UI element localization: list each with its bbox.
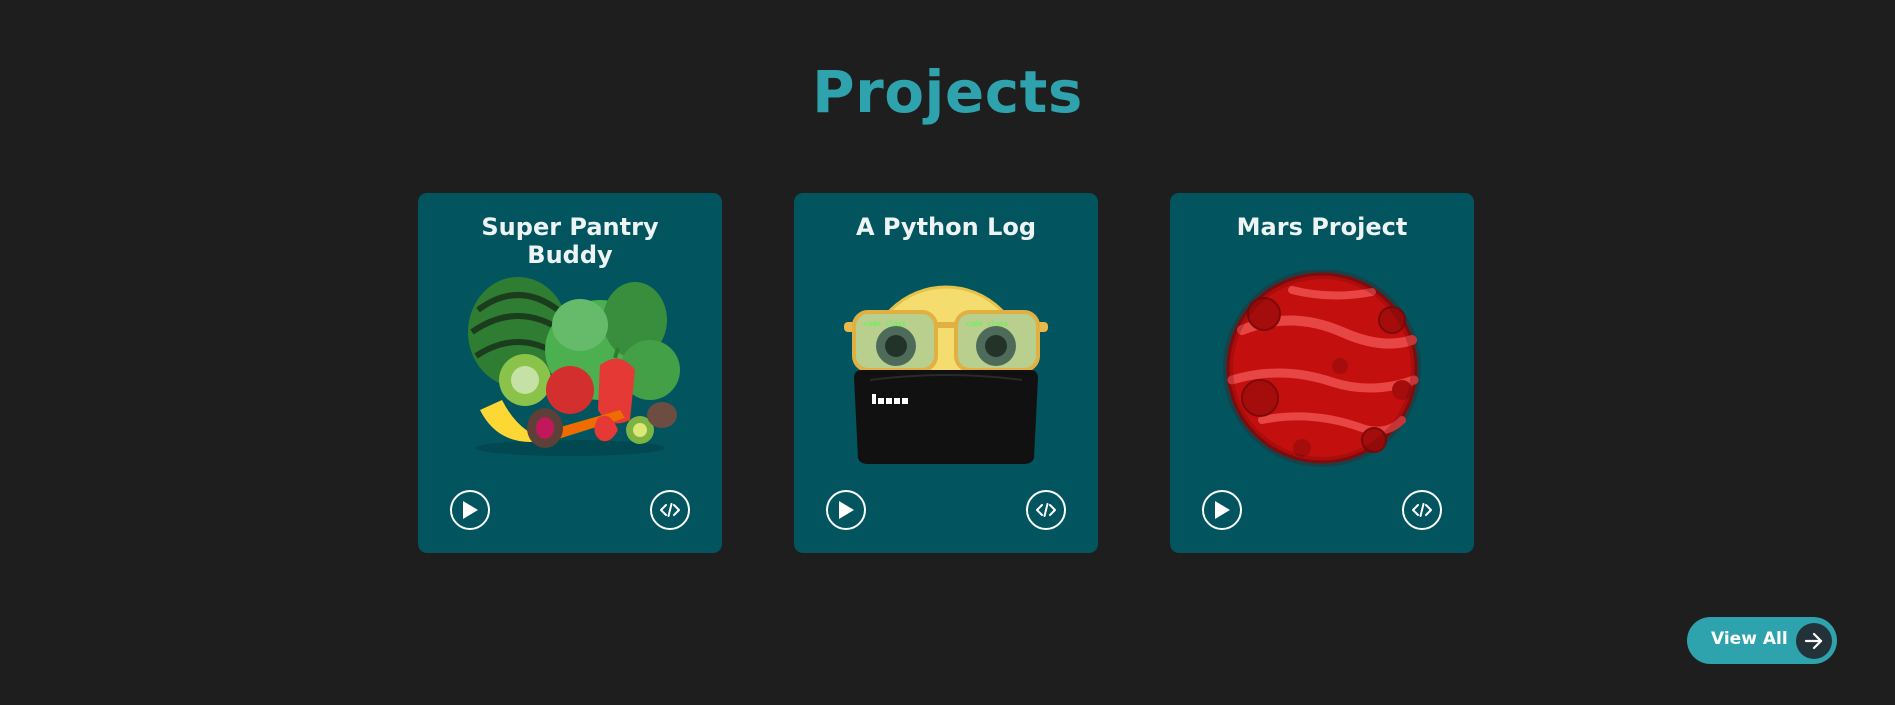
play-icon: [1215, 501, 1230, 519]
view-all-label: View All: [1711, 629, 1788, 649]
code-icon: [1036, 503, 1056, 517]
fruits-vegetables-illustration: [450, 270, 690, 470]
code-icon: [660, 503, 680, 517]
project-card-a-python-log: A Python Log code class code class: [794, 193, 1098, 553]
project-title: A Python Log: [855, 213, 1037, 241]
mars-planet-illustration: [1202, 270, 1442, 470]
source-code-button[interactable]: [650, 490, 690, 530]
play-icon: [463, 501, 478, 519]
svg-text:code class: code class: [966, 320, 1008, 328]
svg-text:code class: code class: [864, 320, 906, 328]
project-card-mars-project: Mars Project: [1170, 193, 1474, 553]
play-icon: [839, 501, 854, 519]
project-title: Super Pantry Buddy: [481, 213, 659, 269]
code-icon: [1412, 503, 1432, 517]
arrow-right-icon: [1796, 623, 1832, 659]
project-title: Mars Project: [1236, 213, 1408, 241]
source-code-button[interactable]: [1402, 490, 1442, 530]
project-card-super-pantry-buddy: Super Pantry Buddy: [418, 193, 722, 553]
source-code-button[interactable]: [1026, 490, 1066, 530]
demo-button[interactable]: [1202, 490, 1242, 530]
hacker-emoji-laptop-illustration: code class code class: [826, 270, 1066, 470]
demo-button[interactable]: [826, 490, 866, 530]
view-all-button[interactable]: View All: [1687, 617, 1837, 664]
demo-button[interactable]: [450, 490, 490, 530]
section-title: Projects: [812, 58, 1083, 126]
